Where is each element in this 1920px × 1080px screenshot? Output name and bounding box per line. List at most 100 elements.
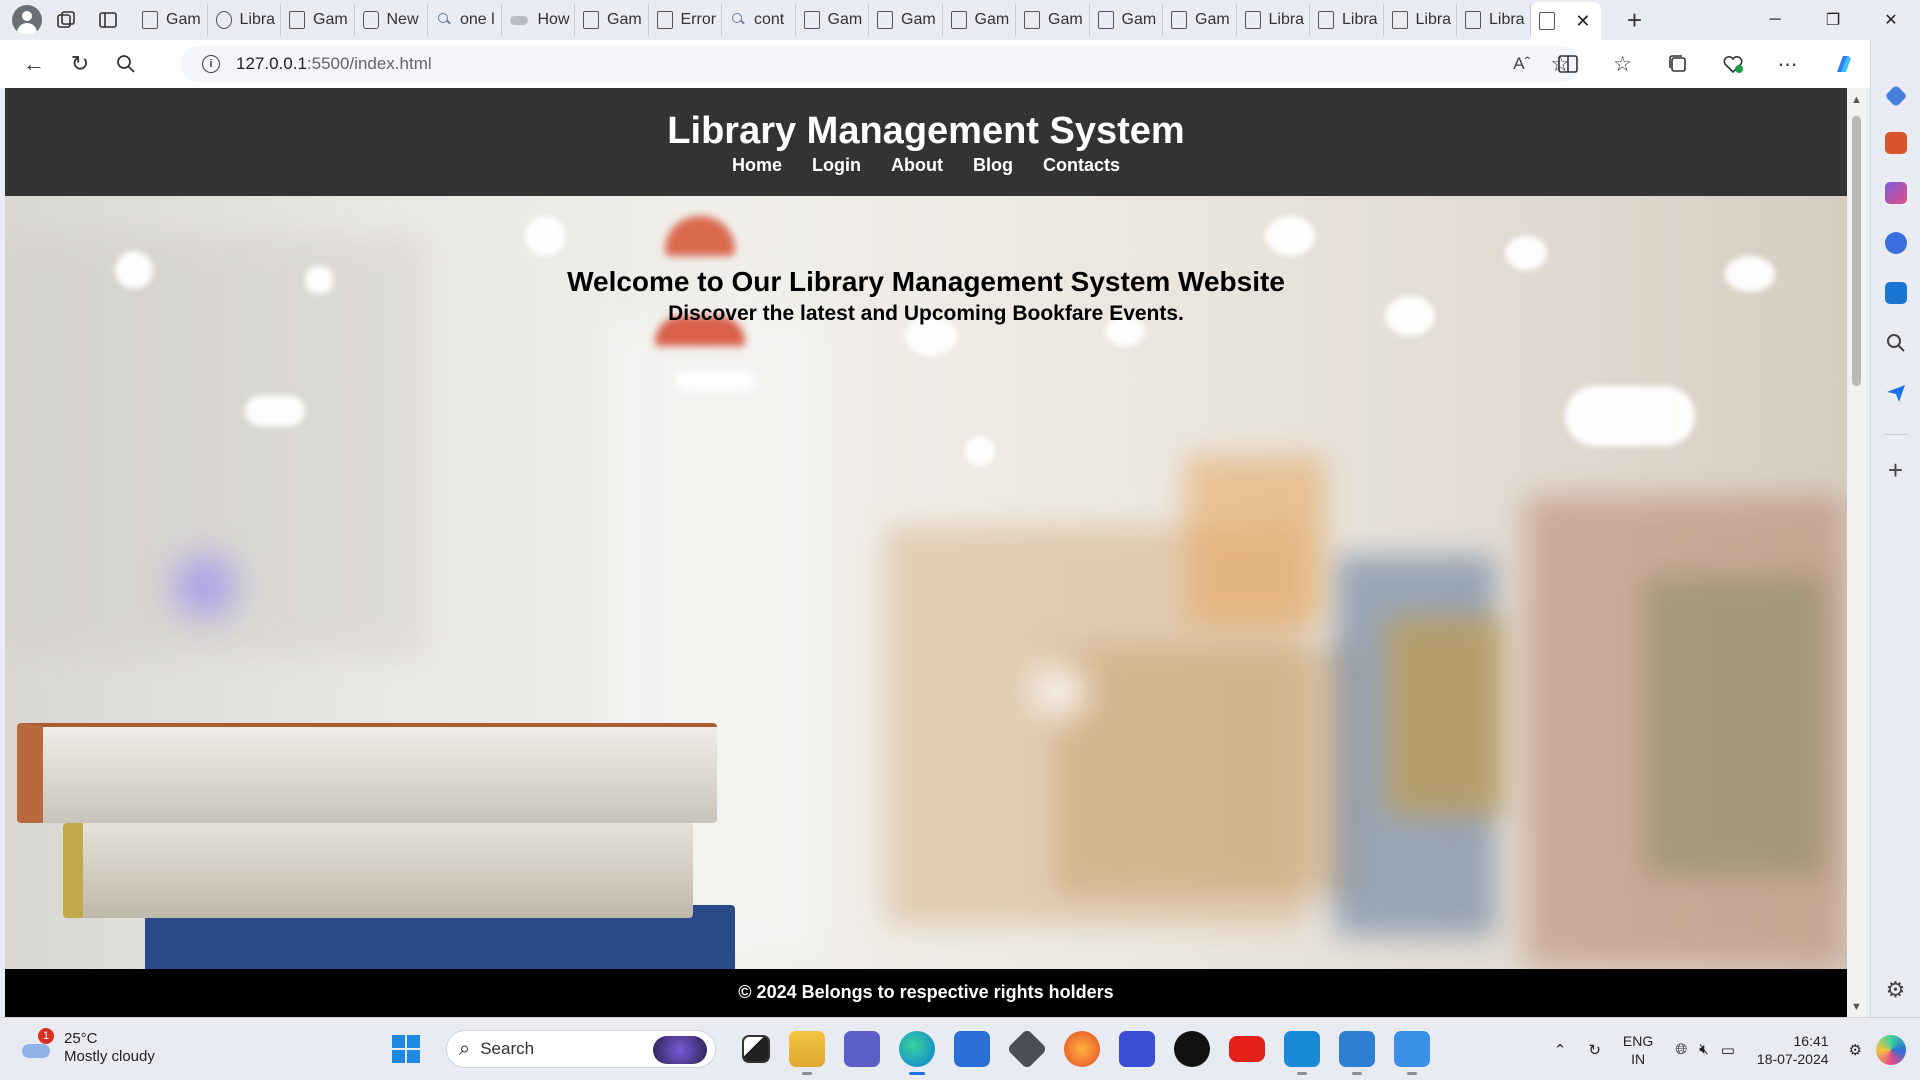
shopping-tag-icon[interactable] bbox=[1884, 84, 1907, 108]
notepad-icon[interactable] bbox=[1339, 1031, 1375, 1075]
ceiling-light bbox=[1265, 216, 1315, 256]
visual-studio-icon[interactable] bbox=[1119, 1031, 1155, 1067]
book bbox=[63, 823, 693, 918]
settings-gear-icon[interactable]: ⚙ bbox=[1886, 977, 1906, 1003]
show-hidden-icons-chevron-icon[interactable]: ⌃ bbox=[1554, 1041, 1567, 1059]
tab-actions-icon[interactable] bbox=[90, 4, 126, 36]
teams-icon[interactable] bbox=[844, 1031, 880, 1067]
tab-label: cont bbox=[754, 11, 785, 28]
page-icon bbox=[1391, 11, 1408, 29]
collections-icon[interactable] bbox=[1650, 46, 1705, 82]
add-sidebar-app-icon[interactable]: + bbox=[1888, 455, 1903, 486]
tab-list: Gam Libra Gam New one l How Gam Error co… bbox=[134, 0, 1601, 40]
windows-start-icon[interactable] bbox=[392, 1035, 420, 1063]
tab[interactable]: Gam bbox=[134, 4, 208, 36]
url-path: :5500/index.html bbox=[306, 54, 432, 73]
copilot-taskbar-icon[interactable] bbox=[1876, 1034, 1906, 1065]
site-info-icon[interactable]: i bbox=[202, 55, 220, 73]
search-icon[interactable] bbox=[106, 46, 146, 82]
battery-icon[interactable]: ▭ bbox=[1721, 1041, 1735, 1059]
tab[interactable]: one l bbox=[428, 4, 502, 36]
microsoft-365-icon[interactable] bbox=[1884, 232, 1907, 254]
workspaces-icon[interactable] bbox=[48, 4, 84, 36]
cloud-weather-icon: 1 bbox=[20, 1028, 54, 1060]
close-window-icon[interactable]: ✕ bbox=[1862, 0, 1920, 40]
close-tab-icon[interactable]: ✕ bbox=[1575, 11, 1590, 32]
address-bar[interactable]: i 127.0.0.1:5500/index.html Aˆ ☆ bbox=[180, 46, 1580, 82]
split-screen-icon[interactable] bbox=[1540, 46, 1595, 82]
tab-active[interactable]: ✕ bbox=[1530, 2, 1601, 40]
clock[interactable]: 16:41 18-07-2024 bbox=[1757, 1032, 1829, 1068]
language-code: ENG bbox=[1622, 1032, 1654, 1049]
vscode-icon[interactable] bbox=[1284, 1031, 1320, 1075]
new-tab-button[interactable]: + bbox=[1619, 5, 1651, 36]
tab[interactable]: Gam bbox=[1090, 4, 1163, 36]
language-indicator[interactable]: ENG IN bbox=[1623, 1032, 1653, 1068]
back-arrow-icon[interactable]: ← bbox=[14, 46, 54, 82]
minimize-icon[interactable]: ─ bbox=[1746, 0, 1804, 40]
tab[interactable]: Gam bbox=[1163, 4, 1237, 36]
more-options-icon[interactable]: ⋯ bbox=[1760, 46, 1815, 82]
tab[interactable]: New bbox=[355, 4, 428, 36]
refresh-icon[interactable]: ↻ bbox=[60, 46, 100, 82]
favorites-icon[interactable]: ☆ bbox=[1595, 46, 1650, 82]
scroll-down-arrow-icon[interactable]: ▼ bbox=[1851, 1001, 1862, 1013]
tab[interactable]: Libra bbox=[1310, 4, 1384, 36]
tab[interactable]: Error bbox=[649, 4, 722, 36]
unity-hub-icon[interactable] bbox=[1006, 1028, 1048, 1070]
tab[interactable]: How bbox=[502, 4, 575, 36]
ceiling-light bbox=[245, 396, 305, 426]
url-text[interactable]: 127.0.0.1:5500/index.html bbox=[236, 54, 432, 74]
edge-browser-icon[interactable] bbox=[899, 1031, 935, 1075]
weather-widget[interactable]: 1 25°C Mostly cloudy bbox=[20, 1028, 155, 1066]
nav-contacts-link[interactable]: Contacts bbox=[1043, 155, 1120, 176]
clock-date: 18-07-2024 bbox=[1756, 1050, 1829, 1067]
nav-home-link[interactable]: Home bbox=[732, 155, 782, 176]
tab[interactable]: Gam bbox=[943, 4, 1016, 36]
copilot-icon[interactable] bbox=[1815, 46, 1870, 82]
xbox-icon[interactable] bbox=[1174, 1031, 1210, 1067]
file-explorer-icon[interactable] bbox=[789, 1031, 825, 1075]
tab[interactable]: Gam bbox=[281, 4, 355, 36]
games-icon[interactable] bbox=[1884, 182, 1907, 204]
read-aloud-icon[interactable]: Aˆ bbox=[1513, 54, 1530, 74]
scroll-up-arrow-icon[interactable]: ▲ bbox=[1851, 94, 1862, 106]
page-icon bbox=[583, 11, 599, 29]
volume-muted-icon[interactable]: 🔇︎ bbox=[1699, 1041, 1708, 1058]
microsoft-store-icon[interactable] bbox=[954, 1031, 990, 1067]
profile-avatar-icon[interactable] bbox=[12, 5, 42, 35]
restore-icon[interactable]: ❐ bbox=[1804, 0, 1862, 40]
taskbar-search[interactable]: ⌕ Search bbox=[446, 1030, 716, 1068]
task-view-icon[interactable] bbox=[742, 1035, 770, 1063]
tools-icon[interactable] bbox=[1884, 132, 1907, 154]
tab[interactable]: Gam bbox=[1016, 4, 1090, 36]
page-scrollbar[interactable]: ▲ ▼ bbox=[1847, 88, 1866, 1017]
firefox-icon[interactable] bbox=[1064, 1031, 1100, 1067]
nav-about-link[interactable]: About bbox=[891, 155, 943, 176]
tab[interactable]: Gam bbox=[796, 4, 869, 36]
notifications-icon[interactable]: ⚙ bbox=[1849, 1041, 1862, 1059]
sync-icon[interactable]: ↻ bbox=[1588, 1041, 1601, 1059]
tab[interactable]: Gam bbox=[869, 4, 943, 36]
browser-essentials-icon[interactable] bbox=[1705, 46, 1760, 82]
scrollbar-thumb[interactable] bbox=[1852, 116, 1861, 386]
nav-blog-link[interactable]: Blog bbox=[973, 155, 1013, 176]
tab[interactable]: Libra bbox=[1457, 4, 1531, 36]
site-title: Library Management System bbox=[667, 110, 1185, 152]
tab-label: New bbox=[386, 11, 419, 28]
search-icon[interactable] bbox=[1885, 332, 1907, 354]
send-icon[interactable] bbox=[1885, 382, 1907, 404]
youtube-icon[interactable] bbox=[1229, 1036, 1265, 1062]
outlook-icon[interactable] bbox=[1884, 282, 1907, 304]
network-globe-icon[interactable]: 🌐︎ bbox=[1675, 1041, 1687, 1058]
ceiling-light bbox=[1565, 386, 1695, 446]
nav-login-link[interactable]: Login bbox=[812, 155, 861, 176]
paint-icon[interactable] bbox=[1394, 1031, 1430, 1075]
tab-label: Gam bbox=[827, 11, 863, 28]
tab[interactable]: Gam bbox=[575, 4, 649, 36]
tab[interactable]: Libra bbox=[1237, 4, 1310, 36]
web-page: Library Management System Home Login Abo… bbox=[5, 88, 1847, 1017]
tab[interactable]: Libra bbox=[208, 4, 281, 36]
tab[interactable]: cont bbox=[722, 4, 796, 36]
tab[interactable]: Libra bbox=[1384, 4, 1457, 36]
